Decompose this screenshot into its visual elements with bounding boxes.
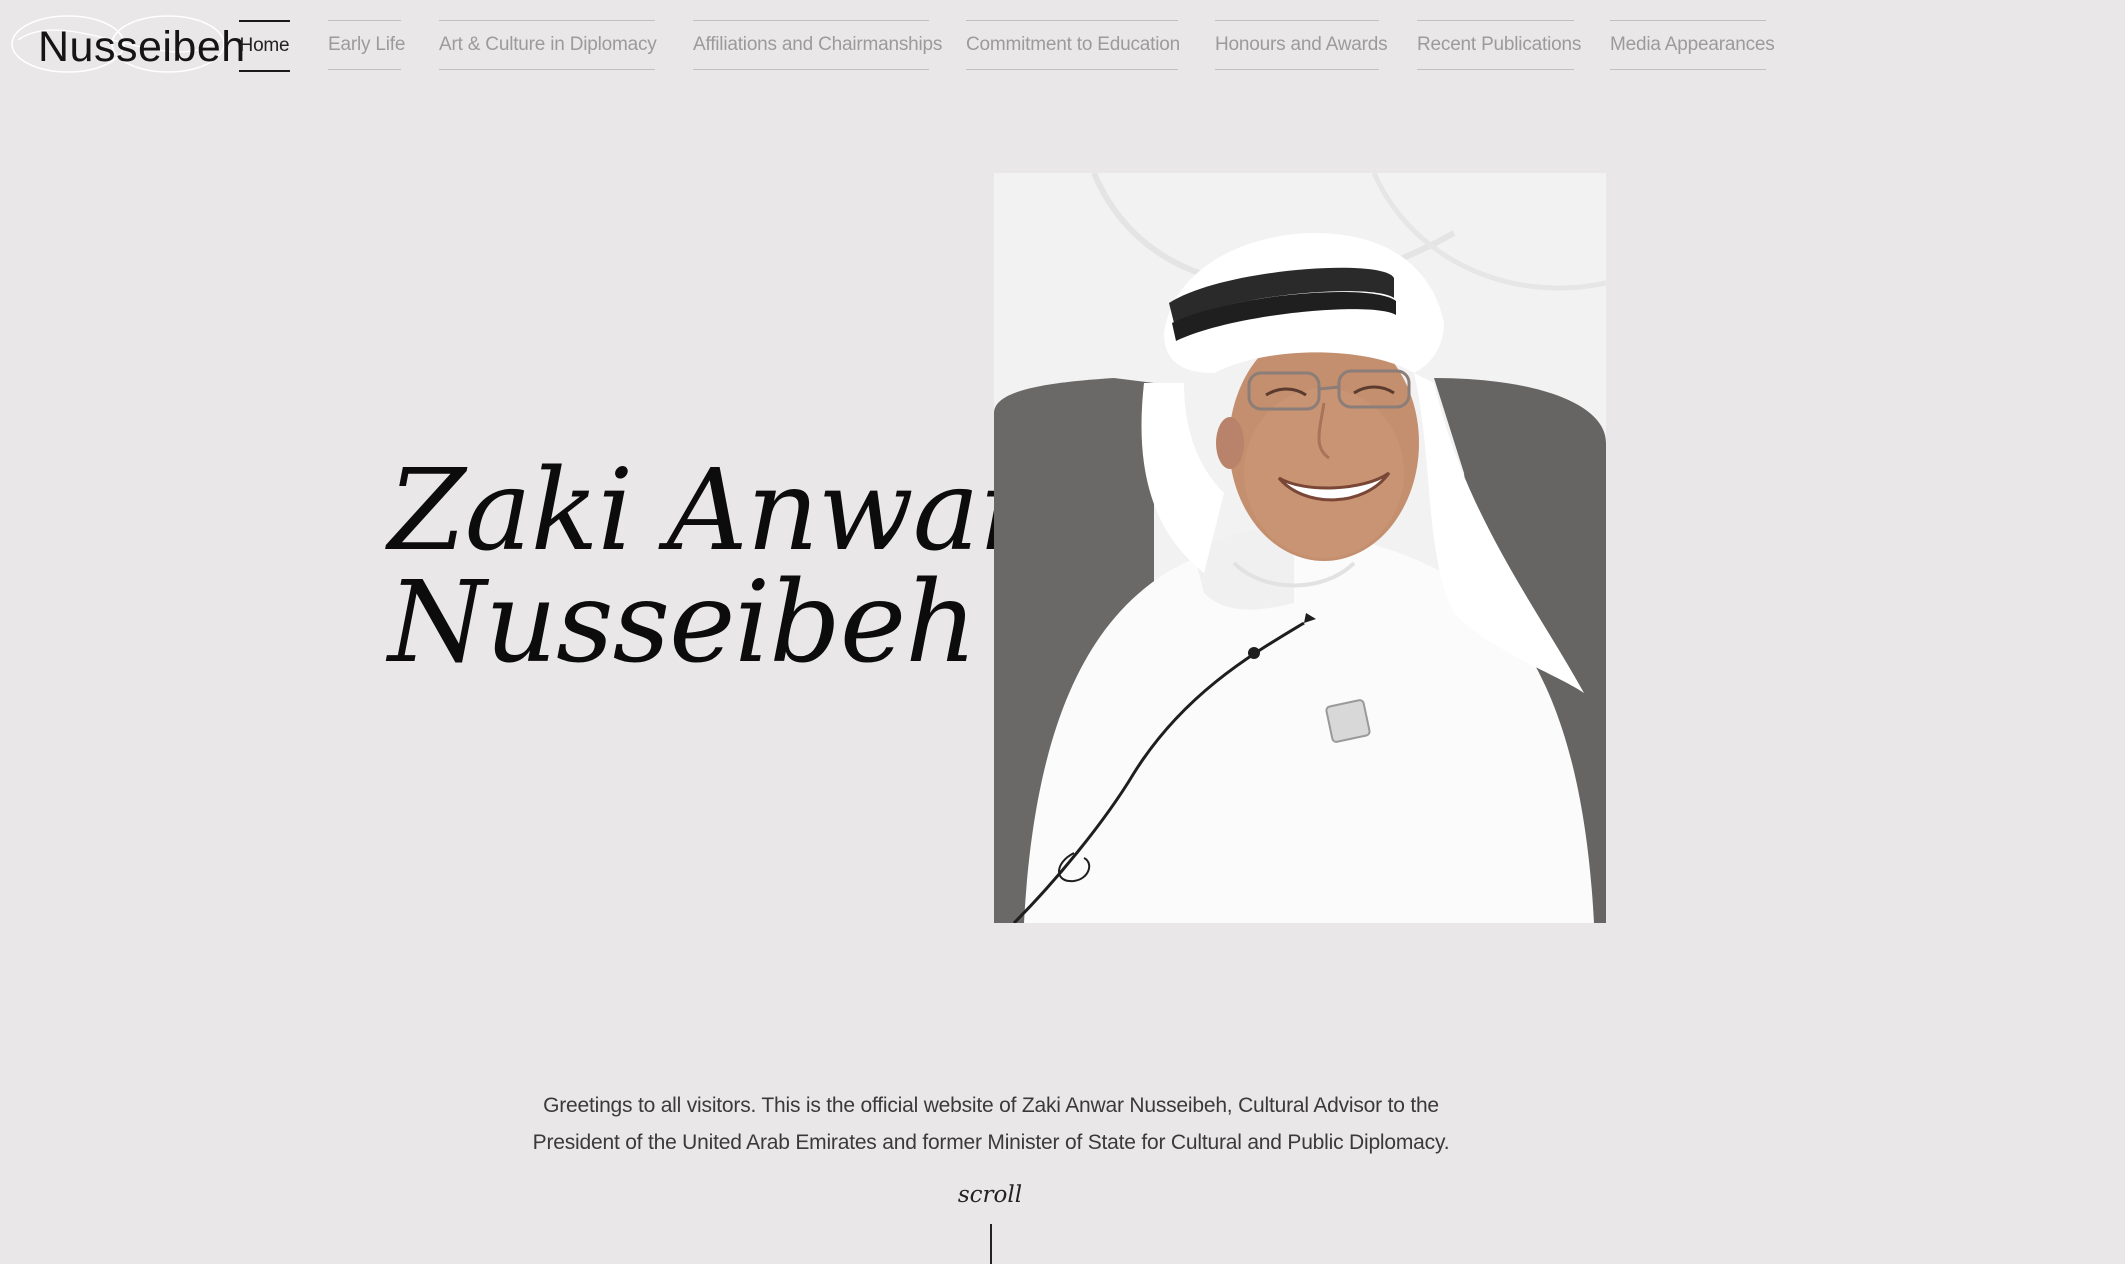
nav-item-art-culture[interactable]: Art & Culture in Diplomacy: [439, 20, 657, 70]
main-nav: Home Early Life Art & Culture in Diploma…: [0, 0, 2125, 80]
nav-item-affiliations[interactable]: Affiliations and Chairmanships: [693, 20, 942, 70]
hero-name-line1: Zaki Anwar: [388, 446, 1032, 576]
nav-item-home[interactable]: Home: [239, 20, 290, 72]
intro-paragraph: Greetings to all visitors. This is the o…: [532, 1094, 1450, 1154]
nav-item-early-life[interactable]: Early Life: [328, 20, 405, 70]
nav-item-education[interactable]: Commitment to Education: [966, 20, 1180, 70]
scroll-label[interactable]: scroll: [0, 1182, 1980, 1208]
portrait-photo: [994, 173, 1606, 923]
nav-item-media[interactable]: Media Appearances: [1610, 20, 1775, 70]
hero-name-heading: Zaki Anwar Nusseibeh: [388, 446, 1032, 688]
hero-name-line2: Nusseibeh: [388, 558, 977, 688]
nav-item-publications[interactable]: Recent Publications: [1417, 20, 1581, 70]
scroll-line: [990, 1224, 992, 1264]
nav-item-honours[interactable]: Honours and Awards: [1215, 20, 1388, 70]
